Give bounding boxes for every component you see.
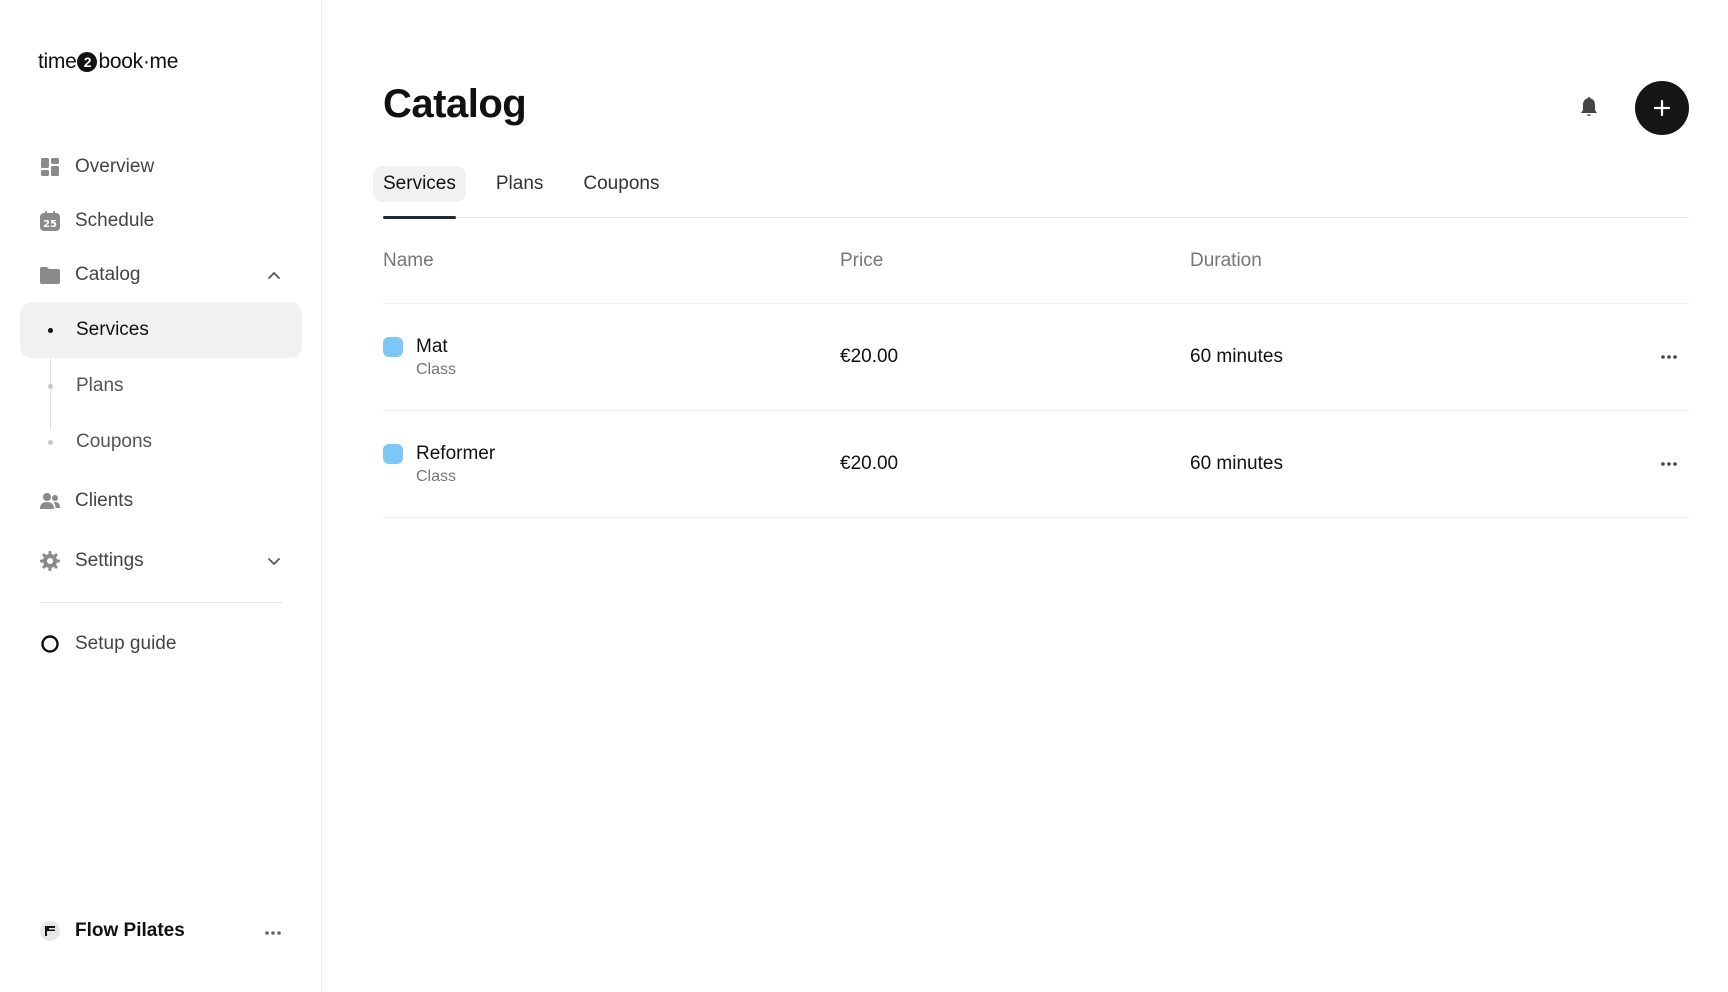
sidebar-item-overview[interactable]: Overview [20,140,302,194]
sidebar: time 2 book·me Overview 25 Schedule Cata… [0,0,322,992]
dashboard-icon [40,157,60,177]
table-row[interactable]: Mat Class €20.00 60 minutes [383,304,1689,411]
tab-label: Plans [495,173,544,194]
tab-services[interactable]: Services [373,164,466,219]
org-switcher[interactable]: Flow Pilates [20,904,302,958]
tab-label: Services [373,166,466,202]
bullet-icon [48,440,53,445]
org-name: Flow Pilates [75,920,185,941]
sidebar-subitem-label: Services [76,319,149,340]
sidebar-subitem-label: Coupons [76,431,153,452]
brand-logo[interactable]: time 2 book·me [38,50,178,74]
service-type: Class [416,468,457,485]
service-color-swatch [383,337,403,357]
chevron-up-icon[interactable] [266,267,282,283]
calendar-icon: 25 [40,211,60,231]
more-horizontal-icon[interactable] [264,920,282,942]
sidebar-item-label: Catalog [75,264,141,285]
page-title: Catalog [383,82,527,126]
sidebar-item-label: Setup guide [75,633,177,654]
sidebar-item-setup-guide[interactable]: Setup guide [20,617,302,671]
sidebar-subitem-plans[interactable]: Plans [20,358,302,414]
chevron-down-icon[interactable] [266,553,282,569]
sidebar-divider [40,602,282,603]
tab-coupons[interactable]: Coupons [583,164,659,218]
logo-text-left: time [38,50,77,73]
sidebar-subitem-services[interactable]: Services [20,302,302,358]
catalog-submenu: Services Plans Coupons [20,302,302,470]
main-content: Catalog Services Plans Coupons Name Pric… [322,0,1728,992]
sidebar-subitem-label: Plans [76,375,124,396]
bullet-icon [48,384,53,389]
tab-plans[interactable]: Plans [496,164,544,218]
users-icon [40,491,60,511]
services-table: Name Price Duration Mat Class €20.00 60 … [383,218,1689,518]
calendar-icon-number: 25 [43,219,57,230]
bullet-icon [48,328,53,333]
logo-text-right: book·me [98,50,179,73]
sidebar-item-label: Schedule [75,210,155,231]
bell-icon[interactable] [1577,95,1601,119]
sidebar-item-schedule[interactable]: 25 Schedule [20,194,302,248]
circle-outline-icon [40,634,60,654]
service-price: €20.00 [840,346,899,367]
logo-badge: 2 [77,52,98,72]
tab-label: Coupons [583,173,660,194]
service-color-swatch [383,444,403,464]
add-button[interactable] [1635,81,1689,135]
sidebar-item-catalog[interactable]: Catalog [20,248,302,302]
sidebar-item-label: Clients [75,490,134,511]
sidebar-subitem-coupons[interactable]: Coupons [20,414,302,470]
sidebar-item-clients[interactable]: Clients [20,474,302,528]
service-name: Reformer [416,443,496,464]
service-price: €20.00 [840,453,899,474]
column-header-price[interactable]: Price [840,250,1190,272]
catalog-tabs: Services Plans Coupons [373,164,1689,219]
org-avatar-icon [40,921,60,941]
service-duration: 60 minutes [1190,453,1283,474]
service-type: Class [416,361,457,378]
more-horizontal-icon[interactable] [1654,452,1684,476]
sidebar-item-label: Settings [75,550,144,571]
service-name: Mat [416,336,448,357]
service-duration: 60 minutes [1190,346,1283,367]
folder-icon [40,265,60,285]
sidebar-item-label: Overview [75,156,155,177]
plus-icon [1653,99,1671,117]
app: time 2 book·me Overview 25 Schedule Cata… [0,0,1728,992]
sidebar-item-settings[interactable]: Settings [20,534,302,588]
sidebar-nav: Overview 25 Schedule Catalog Services Pl… [20,140,302,671]
more-horizontal-icon[interactable] [1654,345,1684,369]
column-header-name[interactable]: Name [383,250,840,272]
table-header: Name Price Duration [383,218,1689,304]
gear-icon [40,551,60,571]
table-row[interactable]: Reformer Class €20.00 60 minutes [383,411,1689,518]
column-header-duration[interactable]: Duration [1190,250,1649,272]
